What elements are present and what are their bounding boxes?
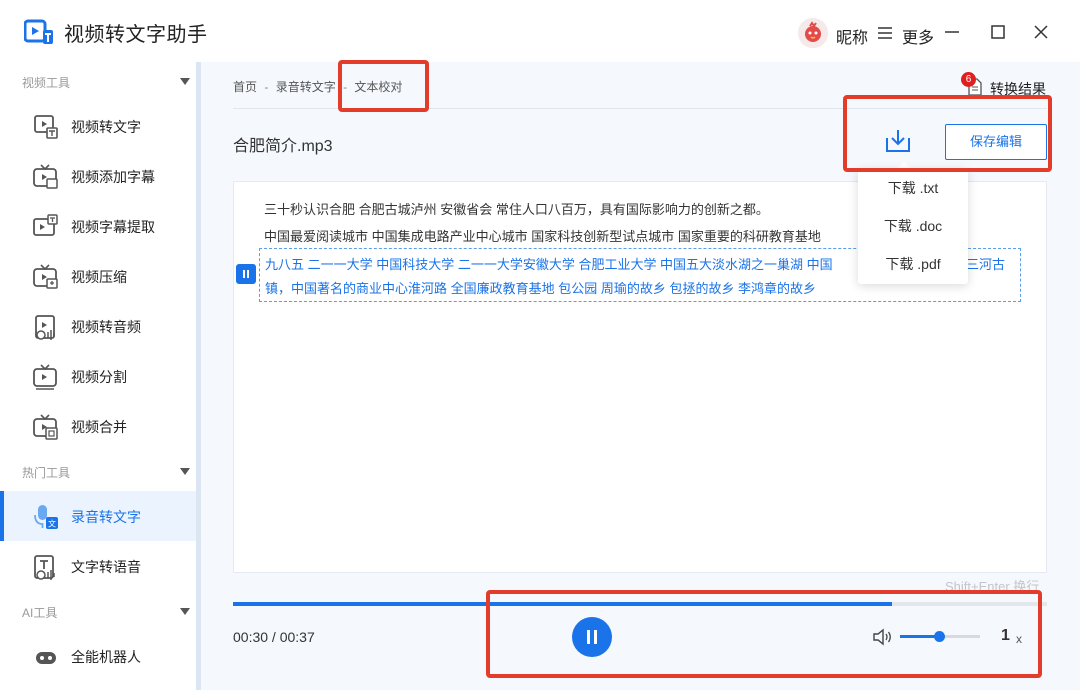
more-menu[interactable]: 更多 [902, 24, 934, 48]
sidebar-item-compress[interactable]: 视频压缩 [0, 251, 196, 301]
sidebar-item-label: 视频字幕提取 [71, 219, 155, 235]
paragraph-pause-button[interactable] [236, 264, 256, 284]
file-name: 合肥简介.mp3 [233, 138, 333, 155]
sidebar-item-audio-to-text[interactable]: 文 录音转文字 [0, 491, 196, 541]
tv-compress-icon [33, 264, 58, 289]
sidebar-item-robot[interactable]: 全能机器人 [0, 631, 196, 681]
text-speech-icon [34, 555, 55, 580]
subtitle-extract-icon [33, 214, 58, 236]
breadcrumb-audio-to-text[interactable]: 录音转文字 [276, 80, 336, 94]
sidebar-item-label: 视频压缩 [71, 269, 127, 285]
sidebar-item-label: 全能机器人 [71, 649, 141, 665]
download-doc-option[interactable]: 下载 .doc [858, 207, 968, 245]
video-text-icon [34, 115, 58, 139]
section-title-video-tools: 视频工具 [22, 76, 71, 90]
download-txt-option[interactable]: 下载 .txt [858, 169, 968, 207]
video-audio-icon [35, 315, 55, 340]
annotation-box-breadcrumb [338, 60, 429, 112]
app-logo-icon [24, 19, 53, 44]
microphone-text-icon: 文 [34, 505, 58, 529]
chevron-down-icon[interactable] [180, 78, 190, 85]
breadcrumb-home[interactable]: 首页 [233, 80, 257, 94]
title-bar: 视频转文字助手 昵称 更多 [0, 0, 1080, 62]
maximize-icon[interactable] [986, 20, 1010, 44]
annotation-box-player [486, 590, 1042, 678]
sidebar-item-add-subtitles[interactable]: 视频添加字幕 [0, 151, 196, 201]
breadcrumb-separator: - [264, 80, 269, 94]
sidebar-item-video-to-text[interactable]: 视频转文字 [0, 101, 196, 151]
sidebar: 视频工具 视频转文字 视频添加字幕 视频字幕提取 视频压缩 视频转音频 视频分割… [0, 62, 203, 690]
app-title: 视频转文字助手 [64, 24, 208, 46]
svg-text:文: 文 [48, 519, 56, 529]
download-pdf-option[interactable]: 下载 .pdf [858, 245, 968, 283]
robot-icon [36, 652, 56, 664]
minimize-icon[interactable] [940, 20, 964, 44]
tv-subtitle-icon [33, 164, 58, 189]
transcript-active-line[interactable]: 三河古 [966, 254, 1016, 273]
transcript-active-line[interactable]: 九八五 二一一大学 中国科技大学 二一一大学安徽大学 合肥工业大学 中国五大淡水… [265, 254, 855, 273]
chevron-down-icon[interactable] [180, 608, 190, 615]
tv-merge-icon [33, 414, 58, 440]
menu-icon[interactable] [878, 26, 892, 40]
annotation-box-save-download [843, 95, 1052, 172]
sidebar-item-label: 视频转音频 [71, 319, 141, 335]
sidebar-item-text-to-speech[interactable]: 文字转语音 [0, 541, 196, 591]
transcript-line[interactable]: 中国最爱阅读城市 中国集成电路产业中心城市 国家科技创新型试点城市 国家重要的科… [264, 226, 884, 245]
transcript-active-line[interactable]: 镇，中国著名的商业中心淮河路 全国廉政教育基地 包公园 周瑜的故乡 包拯的故乡 … [265, 278, 865, 297]
section-title-hot-tools: 热门工具 [22, 466, 71, 480]
sidebar-item-label: 录音转文字 [71, 509, 141, 525]
close-icon[interactable] [1029, 20, 1053, 44]
download-menu: 下载 .txt 下载 .doc 下载 .pdf [858, 169, 968, 284]
sidebar-item-video-to-audio[interactable]: 视频转音频 [0, 301, 196, 351]
result-count-badge: 6 [961, 72, 976, 87]
avatar[interactable] [798, 18, 828, 48]
sidebar-item-label: 视频转文字 [71, 119, 141, 135]
sidebar-item-merge[interactable]: 视频合并 [0, 401, 196, 451]
sidebar-item-label: 视频分割 [71, 369, 127, 385]
sidebar-item-split[interactable]: 视频分割 [0, 351, 196, 401]
tv-split-icon [33, 364, 57, 390]
sidebar-item-label: 视频合并 [71, 419, 127, 435]
sidebar-item-extract-subtitles[interactable]: 视频字幕提取 [0, 201, 196, 251]
nickname[interactable]: 昵称 [836, 24, 868, 48]
chevron-down-icon[interactable] [180, 468, 190, 475]
sidebar-item-label: 视频添加字幕 [71, 169, 155, 185]
section-title-ai-tools: AI工具 [22, 606, 58, 620]
playback-time: 00:30 / 00:37 [233, 629, 315, 645]
sidebar-item-label: 文字转语音 [71, 559, 141, 575]
